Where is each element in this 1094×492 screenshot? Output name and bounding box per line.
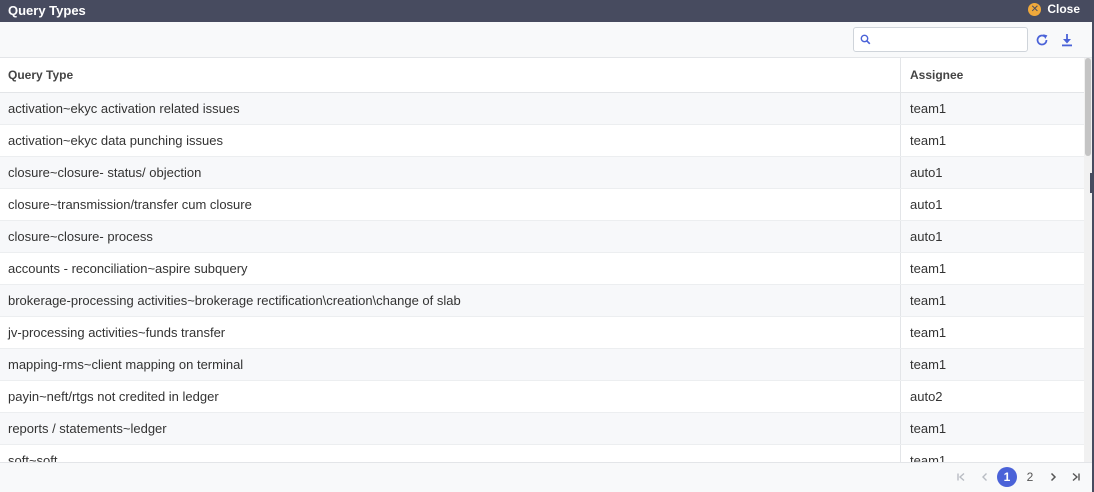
- table-row[interactable]: closure~closure- process auto1: [0, 221, 1084, 253]
- query-type-cell: mapping-rms~client mapping on terminal: [0, 349, 901, 380]
- last-page-icon[interactable]: [1066, 467, 1086, 487]
- assignee-cell: team1: [910, 261, 947, 276]
- query-type-cell: brokerage-processing activities~brokerag…: [0, 285, 901, 316]
- download-icon[interactable]: [1060, 33, 1074, 47]
- close-icon[interactable]: ✕: [1028, 3, 1042, 16]
- query-type-cell: activation~ekyc activation related issue…: [0, 93, 901, 124]
- query-type-cell: payin~neft/rtgs not credited in ledger: [0, 381, 901, 412]
- scrollbar-thumb[interactable]: [1085, 58, 1091, 156]
- assignee-cell: team1: [910, 101, 947, 116]
- search-icon: [860, 34, 871, 45]
- pagination: 1 2: [0, 462, 1092, 492]
- query-types-grid: Query Type Assignee activation~ekyc acti…: [0, 58, 1084, 462]
- table-row[interactable]: soft~soft team1: [0, 445, 1084, 462]
- assignee-cell: team1: [910, 357, 947, 372]
- vertical-scrollbar[interactable]: [1084, 58, 1092, 462]
- search-input[interactable]: [876, 30, 1024, 49]
- column-header-assignee[interactable]: Assignee: [902, 58, 1084, 92]
- table-row[interactable]: activation~ekyc data punching issues team…: [0, 125, 1084, 157]
- first-page-icon[interactable]: [951, 467, 971, 487]
- table-row[interactable]: reports / statements~ledger team1: [0, 413, 1084, 445]
- assignee-cell: team1: [910, 325, 947, 340]
- next-page-icon[interactable]: [1043, 467, 1063, 487]
- refresh-icon[interactable]: [1035, 33, 1049, 47]
- assignee-cell: team1: [910, 133, 947, 148]
- table-body: activation~ekyc activation related issue…: [0, 93, 1084, 462]
- table-row[interactable]: jv-processing activities~funds transfer t…: [0, 317, 1084, 349]
- assignee-cell: auto1: [910, 165, 943, 180]
- resize-handle[interactable]: [1090, 173, 1094, 193]
- query-type-cell: accounts - reconciliation~aspire subquer…: [0, 253, 901, 284]
- assignee-cell: team1: [910, 293, 947, 308]
- column-header-query-type[interactable]: Query Type: [0, 58, 901, 92]
- query-type-cell: closure~closure- status/ objection: [0, 157, 901, 188]
- assignee-cell: auto1: [910, 197, 943, 212]
- query-type-cell: closure~transmission/transfer cum closur…: [0, 189, 901, 220]
- table-row[interactable]: activation~ekyc activation related issue…: [0, 93, 1084, 125]
- query-type-cell: reports / statements~ledger: [0, 413, 901, 444]
- table-row[interactable]: payin~neft/rtgs not credited in ledger au…: [0, 381, 1084, 413]
- assignee-cell: team1: [910, 453, 947, 462]
- close-label[interactable]: Close: [1047, 2, 1080, 16]
- table-row[interactable]: brokerage-processing activities~brokerag…: [0, 285, 1084, 317]
- query-type-cell: soft~soft: [0, 445, 901, 462]
- assignee-cell: auto2: [910, 389, 943, 404]
- close-button[interactable]: ✕ Close: [1028, 2, 1080, 16]
- prev-page-icon[interactable]: [975, 467, 995, 487]
- page-1-button[interactable]: 1: [997, 467, 1017, 487]
- table-row[interactable]: accounts - reconciliation~aspire subquer…: [0, 253, 1084, 285]
- dialog-titlebar: Query Types ✕ Close: [0, 0, 1094, 22]
- query-type-cell: activation~ekyc data punching issues: [0, 125, 901, 156]
- query-type-cell: jv-processing activities~funds transfer: [0, 317, 901, 348]
- query-type-cell: closure~closure- process: [0, 221, 901, 252]
- table-row[interactable]: closure~transmission/transfer cum closur…: [0, 189, 1084, 221]
- table-row[interactable]: mapping-rms~client mapping on terminal te…: [0, 349, 1084, 381]
- assignee-cell: auto1: [910, 229, 943, 244]
- search-box[interactable]: [853, 27, 1028, 52]
- dialog-title: Query Types: [8, 3, 86, 18]
- grid-toolbar: [0, 22, 1094, 58]
- page-2-button[interactable]: 2: [1020, 467, 1040, 487]
- table-header: Query Type Assignee: [0, 58, 1084, 93]
- assignee-cell: team1: [910, 421, 947, 436]
- table-row[interactable]: closure~closure- status/ objection auto1: [0, 157, 1084, 189]
